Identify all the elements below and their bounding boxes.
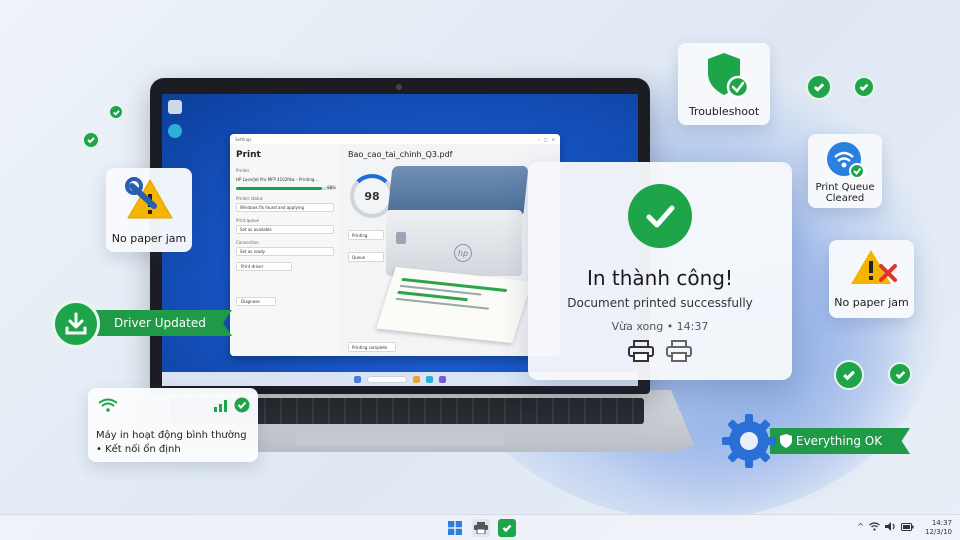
wifi-icon [98,398,118,412]
troubleshoot-card[interactable]: Troubleshoot [678,43,770,125]
print-heading: Print [236,150,261,160]
printer-icon[interactable] [628,340,654,362]
mini-check-icon [834,360,864,390]
status-check-icon [234,397,250,413]
browser-icon[interactable] [426,375,433,383]
connection-value: Set as ready [240,249,266,254]
print-success-card: In thành công! Document printed successf… [528,162,792,380]
printer-label: Printer [236,168,250,173]
status-value: Windows fix found and applying [240,205,305,210]
printer-alt-icon[interactable] [666,340,692,362]
no-paper-jam-label-right: No paper jam [834,296,909,309]
mini-check-icon [888,362,912,386]
print-progress-text: 98% [327,185,336,190]
chevron-up-icon[interactable]: ^ [857,522,864,531]
edge-icon[interactable] [168,124,182,138]
diagnose-button[interactable]: Diagnose [236,297,276,306]
printer-select[interactable]: HP LaserJet Pro MFP 4102fdw – Printing..… [236,175,334,184]
connection-label: Connection [236,240,259,245]
driver-updated-label: Driver Updated [114,316,206,330]
queue-value: Set as available [240,227,272,232]
store-icon[interactable] [439,375,446,383]
file-name: Bao_cao_tai_chinh_Q3.pdf [348,150,453,159]
print-queue-line2: Cleared [825,193,865,204]
connection-select[interactable]: Set as ready [236,247,334,256]
print-progress-bar: 98% [236,185,336,190]
everything-ok-badge[interactable]: Everything OK [720,412,910,470]
printer-body [386,210,522,276]
print-driver-button[interactable]: Print driver [236,262,292,271]
shield-check-icon [708,53,750,99]
success-check-icon [628,184,692,248]
tray-wifi-icon[interactable] [869,522,880,531]
everything-ok-label: Everything OK [796,434,883,448]
download-icon [52,300,100,348]
system-clock[interactable]: 14:37 12/3/10 [925,519,952,537]
no-paper-jam-card-left[interactable]: No paper jam [106,168,192,252]
tray-volume-icon[interactable] [885,522,896,531]
taskbar-check-icon[interactable] [498,519,516,537]
tray-battery-icon[interactable] [901,522,914,531]
no-paper-jam-card-right[interactable]: No paper jam [829,240,914,318]
shield-icon [780,434,792,448]
status-line-2: • Kết nối ổn định [96,444,181,455]
queue-label: Print queue [236,218,260,223]
system-tray: ^ [857,522,914,531]
windows-start-icon[interactable] [446,519,464,537]
print-dialog-titlebar: Settings – □ ✕ [230,134,560,144]
printing-chip[interactable]: Printing [348,230,384,240]
printed-paper [376,266,532,344]
close-icon[interactable]: ✕ [552,137,555,142]
printer-lid [387,166,529,214]
webcam [396,84,402,90]
wrench-warning-icon [125,177,173,219]
mini-check-icon [108,104,124,120]
taskbar-search[interactable] [367,375,407,383]
signal-bars-icon [214,400,227,412]
clock-time: 14:37 [931,519,952,527]
clock-date: 12/3/10 [925,528,952,536]
print-progress-fill [236,187,323,190]
status-line-1: Máy in hoạt động bình thường [96,430,247,441]
status-select[interactable]: Windows fix found and applying [236,203,334,212]
status-label: Printer status [236,196,263,201]
os-taskbar: ^ 14:37 12/3/10 [0,514,960,540]
success-title: In thành công! [586,266,734,290]
progress-ring-value: 98 [364,189,380,203]
queue-select[interactable]: Set as available [236,225,334,234]
print-settings-panel: Print Printer HP LaserJet Pro MFP 4102fd… [230,144,340,356]
success-subtitle: Document printed successfully [567,296,753,310]
hp-logo: hp [454,244,472,262]
gear-icon [722,414,776,468]
explorer-icon[interactable] [413,375,420,383]
mini-check-icon [853,76,875,98]
taskbar-printer-icon[interactable] [472,519,490,537]
queue-wifi-icon [827,142,865,179]
printer-status-card[interactable]: Máy in hoạt động bình thường • Kết nối ổ… [88,388,258,462]
mini-check-icon [806,74,832,100]
print-queue-line1: Print Queue [815,182,875,193]
maximize-icon[interactable]: □ [544,137,548,142]
taskbar-apps [446,519,516,537]
minimize-icon[interactable]: – [538,137,540,142]
driver-updated-badge[interactable]: Driver Updated [52,300,232,348]
warning-x-icon [851,250,897,284]
print-queue-card[interactable]: Print Queue Cleared [808,134,882,208]
print-queue-label: Print Queue Cleared [808,182,882,204]
queue-chip[interactable]: Queue [348,252,384,262]
printer-illustration: hp [376,166,532,346]
recycle-bin-icon[interactable] [168,100,182,114]
laptop-touchpad [296,427,504,445]
no-paper-jam-label-left: No paper jam [111,232,187,245]
success-time: Vừa xong • 14:37 [611,320,709,333]
troubleshoot-label: Troubleshoot [688,105,760,118]
driver-updated-ribbon: Driver Updated [82,310,232,336]
printer-control-panel [396,232,406,244]
start-icon[interactable] [354,375,361,383]
printer-icons [628,340,692,362]
mini-check-icon [82,131,100,149]
window-title: Settings [235,136,252,142]
